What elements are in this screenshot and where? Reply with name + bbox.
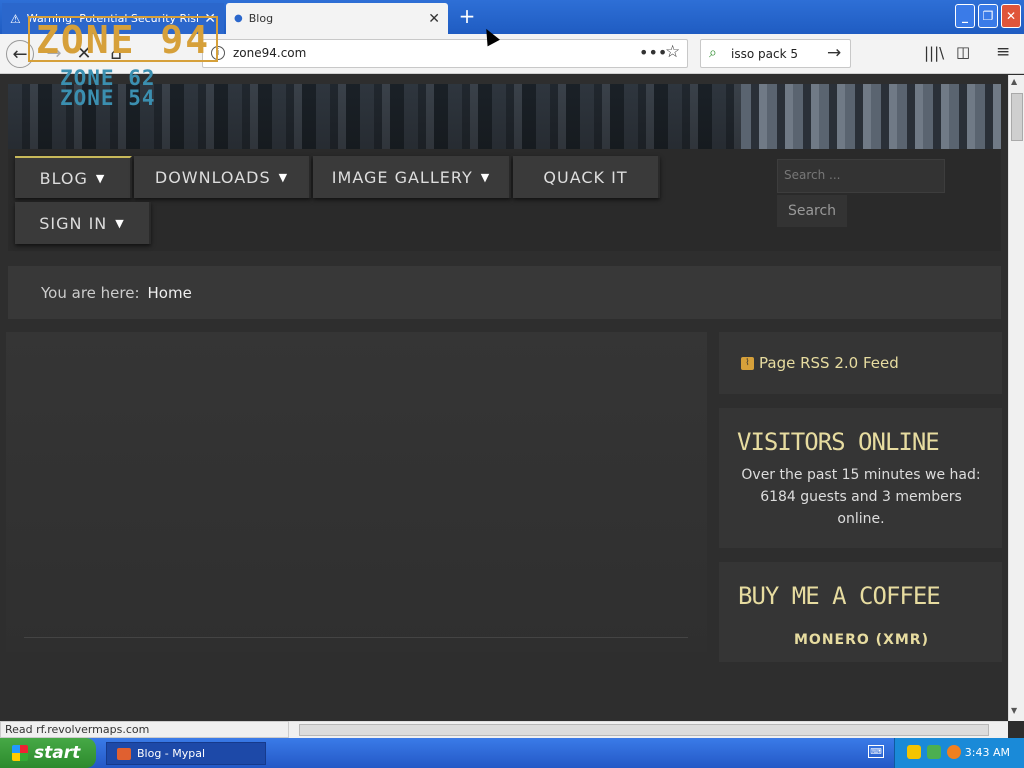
start-button[interactable]: start [0, 738, 96, 768]
url-text[interactable]: zone94.com [233, 46, 306, 60]
tab-blog[interactable]: ● Blog ✕ [226, 3, 448, 34]
security-shield-icon[interactable] [907, 745, 921, 759]
bookmark-star-icon[interactable]: ☆ [665, 42, 680, 62]
menu-item-blog[interactable]: BLOG ▼ [15, 156, 132, 198]
search-go-icon[interactable]: → [827, 43, 841, 63]
taskbar-item-label: Blog - Mypal [137, 747, 206, 760]
minimize-button[interactable]: _ [955, 4, 975, 28]
menu-label: BLOG [39, 168, 88, 188]
status-bar: Read rf.revolvermaps.com [0, 721, 289, 738]
scroll-up-icon[interactable]: ▲ [1011, 77, 1017, 86]
breadcrumb: You are here: Home [8, 266, 1001, 319]
coffee-subtitle: MONERO (XMR) [794, 632, 929, 648]
visitors-title: VISITORS ONLINE [737, 428, 940, 456]
search-tray-icon[interactable] [947, 745, 961, 759]
search-engine-icon[interactable]: ⌕ [709, 45, 717, 61]
site-search-input[interactable]: Search ... [777, 159, 945, 193]
new-tab-button[interactable]: + [456, 4, 478, 28]
rss-label: Page RSS 2.0 Feed [759, 354, 899, 372]
network-icon[interactable] [927, 745, 941, 759]
search-query[interactable]: isso pack 5 [731, 47, 798, 61]
close-tab-icon[interactable]: ✕ [428, 11, 440, 27]
search-bar[interactable]: ⌕ isso pack 5 → [700, 39, 851, 68]
sidebar-icon[interactable]: ◫ [956, 43, 970, 61]
hamburger-menu-icon[interactable]: ≡ [996, 42, 1010, 62]
visitors-text: Over the past 15 minutes we had: 6184 gu… [741, 467, 981, 527]
library-icon[interactable]: |||\ [924, 44, 944, 62]
warning-icon: ⚠ [10, 11, 21, 26]
tab-title: Blog [248, 12, 274, 25]
menu-label: IMAGE GALLERY [331, 167, 473, 187]
menu-label: SIGN IN [39, 213, 108, 233]
windows-logo-icon [12, 745, 28, 761]
system-tray: 3:43 AM [894, 738, 1024, 768]
menu-label: DOWNLOADS [154, 167, 271, 187]
scroll-down-icon[interactable]: ▼ [1011, 706, 1017, 715]
site-logo[interactable]: ZONE 94 [28, 16, 219, 62]
address-bar[interactable]: i zone94.com ••• ☆ [202, 39, 688, 68]
caret-down-icon: ▼ [480, 170, 491, 184]
keyboard-icon[interactable]: ⌨ [868, 745, 884, 758]
page-actions-icon[interactable]: ••• [639, 43, 667, 62]
breadcrumb-home[interactable]: Home [148, 284, 192, 302]
close-window-button[interactable]: ✕ [1001, 4, 1021, 28]
caret-down-icon: ▼ [95, 171, 106, 185]
hscroll-thumb[interactable] [299, 724, 989, 736]
menu-item-quack-it[interactable]: QUACK IT [513, 156, 660, 198]
breadcrumb-prefix: You are here: [41, 283, 140, 302]
caret-down-icon: ▼ [278, 170, 289, 184]
scroll-thumb[interactable] [1011, 93, 1023, 141]
rss-icon: ⌇ [741, 356, 754, 370]
maximize-button[interactable]: ❐ [978, 4, 998, 28]
main-content-panel [6, 332, 707, 652]
logo-subtitle-2: ZONE 54 [60, 86, 156, 110]
menu-label: QUACK IT [543, 167, 628, 187]
menu-item-downloads[interactable]: DOWNLOADS ▼ [134, 156, 311, 198]
coffee-title: BUY ME A COFFEE [738, 582, 941, 610]
loading-dot-icon: ● [234, 13, 243, 24]
vertical-scrollbar[interactable]: ▲ ▼ [1008, 75, 1024, 721]
caret-down-icon: ▼ [115, 216, 125, 230]
horizontal-scrollbar[interactable] [289, 721, 1008, 738]
menu-item-sign-in[interactable]: SIGN IN ▼ [15, 202, 151, 244]
start-label: start [34, 743, 81, 763]
clock: 3:43 AM [964, 746, 1010, 759]
rss-feed-link[interactable]: ⌇ Page RSS 2.0 Feed [719, 332, 1002, 394]
menu-item-image-gallery[interactable]: IMAGE GALLERY ▼ [313, 156, 511, 198]
site-search-button[interactable]: Search [777, 195, 847, 227]
browser-app-icon [117, 747, 131, 760]
taskbar-item-mypal[interactable]: Blog - Mypal [106, 742, 266, 765]
